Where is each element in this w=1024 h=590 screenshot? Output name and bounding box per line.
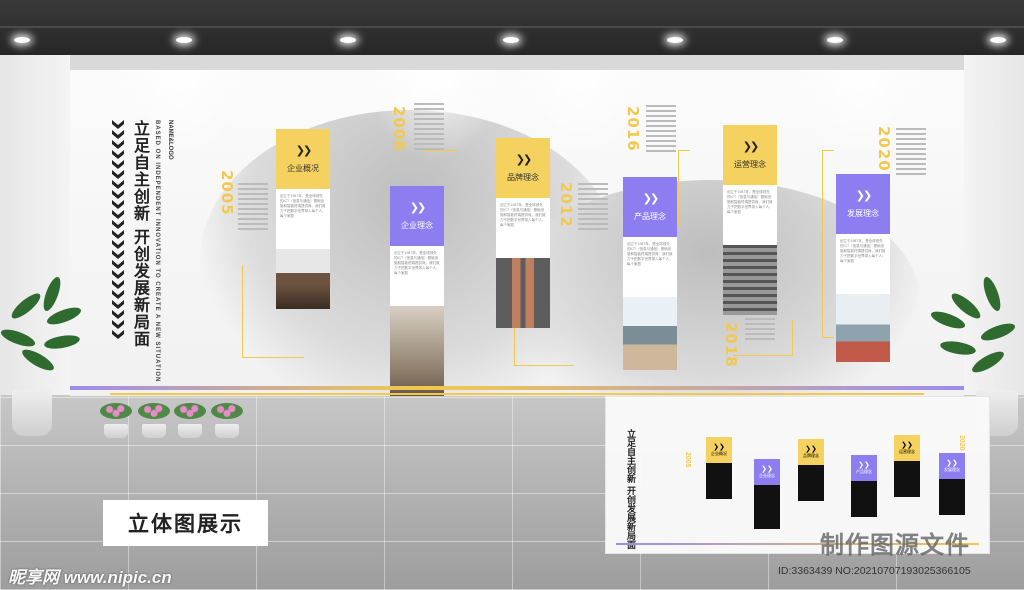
caption-label: 立体图展示 xyxy=(103,500,268,546)
double-chevron-right-icon: ❯❯ xyxy=(713,444,725,451)
photo-bicycle-by-lake xyxy=(836,294,890,362)
timeline-bracket xyxy=(678,150,690,226)
card-brand-philosophy: ❯❯ 品牌理念 创立于1987年，是全球领先的ICT（信息与通信）基础设施和智能… xyxy=(496,138,550,328)
mini-card: ❯❯ 品牌理念 xyxy=(798,439,824,501)
chevron-column-icon xyxy=(112,120,124,355)
ceiling-light xyxy=(340,37,356,43)
flower-pot xyxy=(104,424,128,438)
card-text: 创立于1987年，是全球领先的ICT（信息与通信）基础设施和智能终端提供商，我们… xyxy=(723,185,777,245)
card-label: 企业理念 xyxy=(401,221,433,230)
watermark-site: 昵享网 www.nipic.cn xyxy=(8,568,172,587)
mini-year-label: 2005 xyxy=(684,452,691,468)
card-text: 创立于1987年，是全球领先的ICT（信息与通信）基础设施和智能终端提供商，我们… xyxy=(390,246,444,306)
double-chevron-right-icon: ❯❯ xyxy=(515,154,533,166)
year-label: 2012 xyxy=(557,182,575,228)
wall-main-title: 立足自主创新 开创发展新局面 xyxy=(131,120,150,348)
double-chevron-right-icon: ❯❯ xyxy=(742,141,760,153)
year-label: 2020 xyxy=(875,126,893,172)
flower-pot xyxy=(142,424,166,438)
ceiling-light xyxy=(176,37,192,43)
year-label: 2016 xyxy=(624,106,642,152)
card-label: 运营理念 xyxy=(734,160,766,169)
photo-climbers xyxy=(390,306,444,396)
ceiling-light xyxy=(827,37,843,43)
flower-plant xyxy=(138,403,170,419)
ceiling-light xyxy=(503,37,519,43)
card-label: 产品理念 xyxy=(634,212,666,221)
timeline-text xyxy=(646,102,676,155)
panel-base-stripe xyxy=(110,393,924,395)
card-label: 发展理念 xyxy=(847,209,879,218)
card-label: 企业概况 xyxy=(287,164,319,173)
double-chevron-right-icon: ❯❯ xyxy=(805,446,817,453)
ceiling-light xyxy=(667,37,683,43)
potted-plant-left xyxy=(0,275,92,440)
double-chevron-right-icon: ❯❯ xyxy=(855,190,873,202)
flower-pot xyxy=(178,424,202,438)
photo-tunnel-road xyxy=(723,245,777,315)
ceiling-light xyxy=(990,37,1006,43)
year-label: 2008 xyxy=(390,106,408,152)
card-text: 创立于1987年，是全球领先的ICT（信息与通信）基础设施和智能终端提供商，我们… xyxy=(496,198,550,258)
card-company-overview: ❯❯ 企业概况 创立于1987年，是全球领先的ICT（信息与通信）基础设施和智能… xyxy=(276,129,330,309)
timeline-text xyxy=(578,180,608,233)
flower-plant xyxy=(174,403,206,419)
wall-subtitle-en: BASED ON INDEPENDENT INNOVATION TO CREAT… xyxy=(154,120,160,383)
double-chevron-right-icon: ❯❯ xyxy=(901,442,913,449)
name-logo: NAME&LOGO xyxy=(167,120,173,160)
double-chevron-right-icon: ❯❯ xyxy=(858,462,870,469)
card-development-philosophy: ❯❯ 发展理念 创立于1987年，是全球领先的ICT（信息与通信）基础设施和智能… xyxy=(836,174,890,362)
card-enterprise-philosophy: ❯❯ 企业理念 创立于1987年，是全球领先的ICT（信息与通信）基础设施和智能… xyxy=(390,186,444,396)
photo-hiker-on-rock xyxy=(276,249,330,309)
mini-card: ❯❯ 运营理念 xyxy=(894,435,920,497)
double-chevron-right-icon: ❯❯ xyxy=(761,466,773,473)
timeline-text xyxy=(896,125,926,178)
timeline-text xyxy=(238,180,268,233)
card-label: 品牌理念 xyxy=(507,173,539,182)
watermark-id: ID:3363439 NO:20210707193025366105 xyxy=(778,565,971,577)
ceiling-light xyxy=(14,37,30,43)
card-text: 创立于1987年，是全球领先的ICT（信息与通信）基础设施和智能终端提供商，我们… xyxy=(836,234,890,294)
mini-card: ❯❯ 产品理念 xyxy=(851,455,877,517)
double-chevron-right-icon: ❯❯ xyxy=(642,193,660,205)
culture-wall-panel: 立足自主创新 开创发展新局面 BASED ON INDEPENDENT INNO… xyxy=(70,70,964,396)
card-text: 创立于1987年，是全球领先的ICT（信息与通信）基础设施和智能终端提供商，我们… xyxy=(276,189,330,249)
card-text: 创立于1987年，是全球领先的ICT（信息与通信）基础设施和智能终端提供商，我们… xyxy=(623,237,677,297)
photo-woman-arms-raised xyxy=(623,297,677,370)
photo-runner-legs xyxy=(496,258,550,328)
year-label: 2005 xyxy=(218,170,236,216)
timeline-text xyxy=(414,100,444,153)
flower-plant xyxy=(211,403,243,419)
timeline-bracket xyxy=(733,320,793,356)
flower-pot xyxy=(215,424,239,438)
ceiling xyxy=(0,0,1024,55)
watermark-source-file: 制作图源文件 xyxy=(820,530,970,559)
card-product-philosophy: ❯❯ 产品理念 创立于1987年，是全球领先的ICT（信息与通信）基础设施和智能… xyxy=(623,177,677,370)
mini-year-label: 2020 xyxy=(958,435,965,451)
double-chevron-right-icon: ❯❯ xyxy=(409,202,427,214)
mini-card: ❯❯ 发展理念 xyxy=(939,453,965,515)
panel-base-stripe xyxy=(70,386,964,390)
mini-wall-title: 立足自主创新 开创发展新局面 xyxy=(625,429,635,550)
timeline-bracket xyxy=(822,150,834,338)
mini-card: ❯❯ 企业理念 xyxy=(754,459,780,529)
flower-plant xyxy=(100,403,132,419)
double-chevron-right-icon: ❯❯ xyxy=(946,460,958,467)
mini-card: ❯❯ 企业概况 xyxy=(706,437,732,499)
double-chevron-right-icon: ❯❯ xyxy=(295,145,313,157)
card-operation-philosophy: ❯❯ 运营理念 创立于1987年，是全球领先的ICT（信息与通信）基础设施和智能… xyxy=(723,125,777,315)
